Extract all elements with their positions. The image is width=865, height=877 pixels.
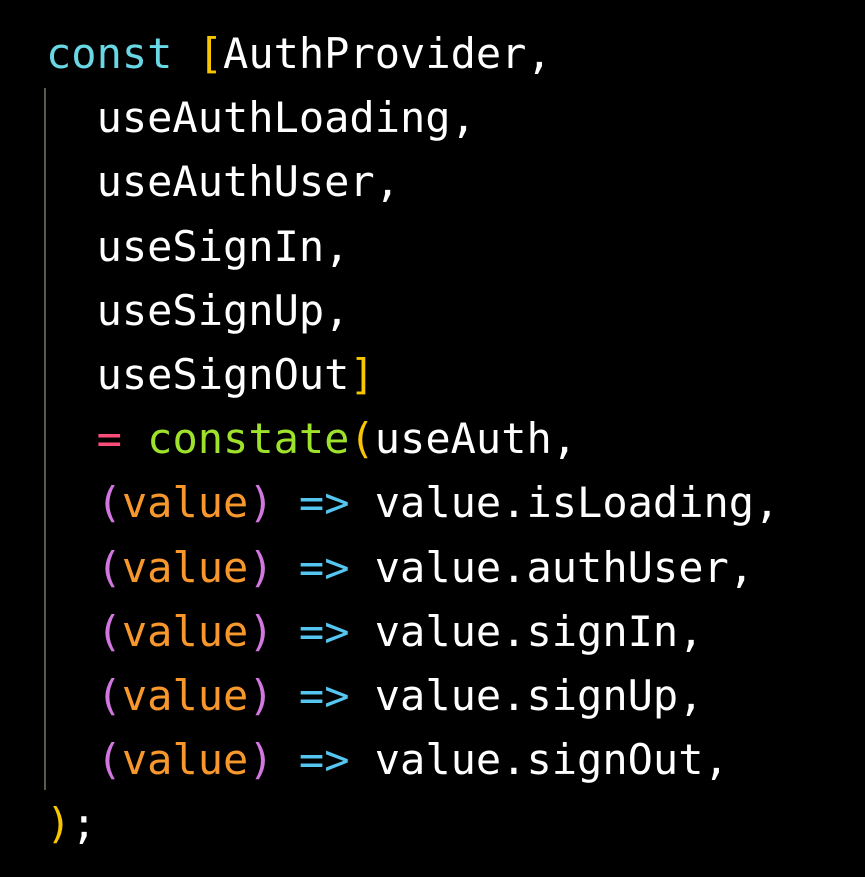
code-line-8: (value) => value.isLoading,: [46, 471, 780, 535]
code-token: ): [46, 799, 72, 849]
code-token: value.isLoading,: [349, 478, 780, 528]
code-token: const: [46, 29, 173, 78]
code-token: (: [96, 542, 122, 592]
code-token: useSignOut: [46, 350, 350, 399]
code-token: value: [121, 606, 249, 656]
code-token: (: [96, 478, 122, 528]
code-token: useSignUp,: [46, 285, 350, 335]
code-token: useAuth,: [374, 414, 578, 464]
code-token: ): [248, 542, 274, 592]
code-token: ): [248, 735, 274, 785]
code-line-13: );: [46, 792, 97, 856]
code-token: (: [349, 414, 375, 464]
code-line-4: useSignIn,: [46, 215, 350, 279]
code-line-7: = constate(useAuth,: [46, 407, 577, 471]
code-token: (: [96, 606, 122, 656]
code-token: ): [248, 478, 274, 528]
code-token: (: [96, 671, 122, 720]
code-token: =>: [298, 542, 350, 592]
code-line-2: useAuthLoading,: [46, 86, 476, 150]
code-token: value: [121, 478, 249, 528]
code-line-10: (value) => value.signIn,: [46, 600, 704, 664]
code-line-6: useSignOut]: [46, 343, 375, 407]
code-token: value: [121, 542, 249, 592]
code-token: useSignIn,: [46, 221, 350, 271]
code-token: value: [121, 671, 249, 720]
code-token: =>: [298, 735, 350, 785]
code-token: constate: [147, 414, 350, 464]
code-token: useAuthLoading,: [46, 93, 476, 143]
code-token: =: [96, 414, 122, 464]
code-token: =>: [298, 478, 350, 528]
code-token: =>: [298, 606, 350, 656]
code-line-9: (value) => value.authUser,: [46, 536, 754, 600]
code-token: (: [96, 735, 122, 785]
code-editor[interactable]: const [AuthProvider, useAuthLoading, use…: [0, 0, 865, 877]
code-token: value.signOut,: [349, 735, 729, 785]
code-token: value.signIn,: [349, 606, 704, 656]
code-line-5: useSignUp,: [46, 279, 350, 343]
code-token: ;: [71, 799, 97, 849]
code-token: ): [248, 671, 274, 720]
code-token: value: [121, 735, 249, 785]
code-token: value.authUser,: [349, 542, 755, 592]
code-token: ]: [349, 350, 375, 399]
code-line-1: const [AuthProvider,: [46, 22, 552, 86]
code-token: [: [197, 29, 224, 78]
code-token: useAuthUser,: [46, 157, 401, 207]
code-token: AuthProvider,: [223, 29, 552, 78]
code-token: =>: [298, 671, 350, 720]
code-token: value.signUp,: [349, 671, 704, 720]
code-token: ): [248, 606, 274, 656]
code-line-3: useAuthUser,: [46, 150, 400, 214]
code-line-12: (value) => value.signOut,: [46, 728, 729, 792]
code-line-11: (value) => value.signUp,: [46, 664, 704, 728]
